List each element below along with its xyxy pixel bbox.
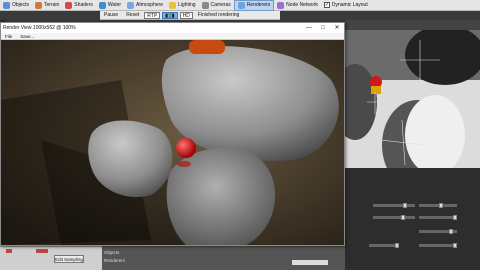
dynamic-layout-toggle[interactable]: ✓ Dynamic Layout <box>321 0 371 11</box>
rtp-button[interactable]: RTP <box>144 11 161 19</box>
app-window: Objects Terrain Shaders Water Atmosphere Ligh… <box>0 0 480 270</box>
toolbar-item-label: Lighting <box>178 2 196 8</box>
color-swatch-2[interactable] <box>36 249 48 253</box>
tab-renderers[interactable]: Renderers <box>102 258 127 264</box>
toolbar-item-label: Objects <box>12 2 29 8</box>
object-tabs-panel: Objects Renderers <box>102 246 345 270</box>
toolbar-item-label: Cameras <box>210 2 231 8</box>
rendered-image <box>1 40 344 245</box>
water-icon <box>98 1 106 9</box>
toolbar-item-label: Renderers <box>246 2 271 8</box>
toolbar-atmosphere-button[interactable]: Atmosphere <box>124 0 166 11</box>
pause-button[interactable]: Pause <box>100 11 122 20</box>
shaders-icon <box>65 1 73 9</box>
terrain-icon <box>34 1 42 9</box>
viewport-scene <box>345 30 480 168</box>
toolbar-item-label: Node Network <box>286 2 318 8</box>
menu-save[interactable]: Save... <box>16 33 38 40</box>
toolbar-item-label: Shaders <box>74 2 93 8</box>
reset-button[interactable]: Reset <box>122 11 143 20</box>
background-viewport[interactable] <box>345 20 480 168</box>
tab-objects[interactable]: Objects <box>102 250 121 256</box>
settings-panel <box>345 168 480 270</box>
toolbar-objects-button[interactable]: Objects <box>0 0 32 11</box>
maximize-button[interactable]: □ <box>316 23 330 33</box>
atmosphere-icon <box>127 1 135 9</box>
slider-5[interactable] <box>419 229 457 234</box>
toolbar-item-label: Atmosphere <box>136 2 163 8</box>
render-view-window[interactable]: Render View 1000x562 @ 100% — □ ✕ File S… <box>0 22 345 246</box>
viewport-header <box>345 20 480 30</box>
slider-3[interactable] <box>373 215 415 220</box>
toolbar-lighting-button[interactable]: Lighting <box>166 0 199 11</box>
slider-1[interactable] <box>373 203 415 208</box>
node-network-icon <box>277 1 285 9</box>
toolbar-water-button[interactable]: Water <box>96 0 124 11</box>
render-toolbar: Pause Reset RTP ◧◨ HD Finished rendering <box>100 11 280 20</box>
camera-select-icon[interactable]: ◧◨ <box>162 11 178 19</box>
toolbar-cameras-button[interactable]: Cameras <box>199 0 234 11</box>
toolbar-terrain-button[interactable]: Terrain <box>32 0 62 11</box>
cameras-icon <box>201 1 209 9</box>
menu-file[interactable]: File <box>1 33 16 40</box>
renderers-icon <box>237 1 245 9</box>
lighting-icon <box>169 1 176 9</box>
render-menubar: File Save... <box>1 33 344 40</box>
edit-sampling-button[interactable]: Edit Sampling <box>54 255 84 263</box>
toolbar-node-network-button[interactable]: Node Network <box>274 0 321 11</box>
toolbar-item-label: Water <box>107 2 122 8</box>
dynamic-layout-label: Dynamic Layout <box>331 2 368 8</box>
toolbar-item-label: Terrain <box>43 2 60 8</box>
objects-icon <box>3 1 10 9</box>
toolbar-shaders-button[interactable]: Shaders <box>62 0 96 11</box>
hd-button[interactable]: HD <box>179 11 193 19</box>
window-titlebar[interactable]: Render View 1000x562 @ 100% — □ ✕ <box>1 23 344 33</box>
red-sphere <box>176 138 196 158</box>
minimize-button[interactable]: — <box>302 23 316 33</box>
progress-field[interactable] <box>292 260 328 265</box>
slider-2[interactable] <box>419 203 457 208</box>
checkbox-icon[interactable]: ✓ <box>323 2 330 8</box>
slider-6[interactable] <box>369 243 399 248</box>
window-title: Render View 1000x562 @ 100% <box>3 25 76 31</box>
slider-4[interactable] <box>419 215 457 220</box>
close-button[interactable]: ✕ <box>330 23 344 33</box>
color-swatch-1[interactable] <box>6 249 12 253</box>
toolbar-renderers-button[interactable]: Renderers <box>233 0 275 11</box>
main-toolbar: Objects Terrain Shaders Water Atmosphere Ligh… <box>0 0 480 11</box>
render-options-panel: Edit Sampling <box>0 246 102 270</box>
slider-7[interactable] <box>419 243 457 248</box>
render-status: Finished rendering <box>197 11 240 18</box>
